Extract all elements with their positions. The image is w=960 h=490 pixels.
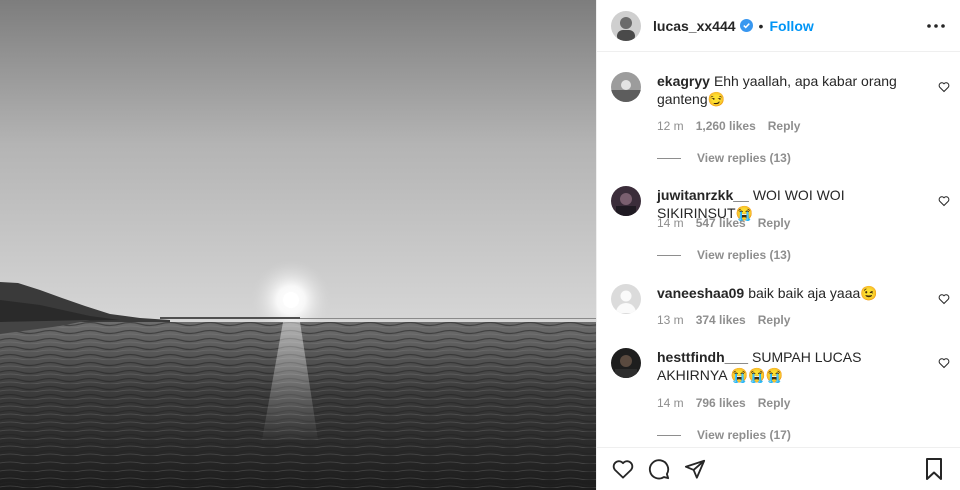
comment-likes[interactable]: 547 likes <box>696 216 746 230</box>
share-icon[interactable] <box>683 457 707 481</box>
post-header: lucas_xx444 • Follow <box>597 0 960 52</box>
comment-meta: 14 m 796 likes Reply <box>657 396 802 410</box>
sunset-sea-image <box>0 0 596 490</box>
comment-heart-icon[interactable] <box>938 194 950 207</box>
comment-heart-icon[interactable] <box>938 356 950 369</box>
comment-text: hesttfindh___ SUMPAH LUCAS AKHIRNYA 😭😭😭 <box>657 348 922 384</box>
heart-icon[interactable] <box>611 457 635 481</box>
post-side-panel: lucas_xx444 • Follow ekagryy Ehh yaallah,… <box>596 0 960 490</box>
replies-divider <box>657 254 681 256</box>
commenter-avatar[interactable] <box>611 284 641 314</box>
commenter-avatar[interactable] <box>611 348 641 378</box>
view-replies-label: View replies (17) <box>697 428 791 442</box>
comment-meta: 14 m 547 likes Reply <box>657 216 802 230</box>
reply-button[interactable]: Reply <box>758 216 791 230</box>
post-actions-bar <box>597 447 960 490</box>
comment-heart-icon[interactable] <box>938 80 950 93</box>
comment-body: baik baik aja yaaa😉 <box>748 285 878 301</box>
comment-time: 14 m <box>657 396 684 410</box>
comment-time: 13 m <box>657 313 684 327</box>
author-avatar[interactable] <box>611 10 641 41</box>
header-separator: • <box>758 17 764 34</box>
comment-username[interactable]: ekagryy <box>657 73 710 89</box>
view-replies-button[interactable]: View replies (13) <box>657 248 791 262</box>
comment-meta: 13 m 374 likes Reply <box>657 313 802 327</box>
reply-button[interactable]: Reply <box>758 313 791 327</box>
reply-button[interactable]: Reply <box>768 119 801 133</box>
comments-list[interactable]: ekagryy Ehh yaallah, apa kabar orang gant… <box>597 53 960 447</box>
comment-time: 14 m <box>657 216 684 230</box>
commenter-avatar[interactable] <box>611 186 641 216</box>
replies-divider <box>657 434 681 436</box>
commenter-avatar[interactable] <box>611 72 641 102</box>
comment-meta: 12 m 1,260 likes Reply <box>657 119 812 133</box>
view-replies-button[interactable]: View replies (13) <box>657 151 791 165</box>
view-replies-label: View replies (13) <box>697 248 791 262</box>
comment-likes[interactable]: 1,260 likes <box>696 119 756 133</box>
comment-text: vaneeshaa09 baik baik aja yaaa😉 <box>657 284 922 302</box>
comment-username[interactable]: vaneeshaa09 <box>657 285 744 301</box>
bookmark-icon[interactable] <box>922 457 946 481</box>
post-photo[interactable] <box>0 0 596 490</box>
comment-time: 12 m <box>657 119 684 133</box>
more-horizontal-icon[interactable] <box>926 16 946 36</box>
comment-likes[interactable]: 374 likes <box>696 313 746 327</box>
reply-button[interactable]: Reply <box>758 396 791 410</box>
comment-username[interactable]: juwitanrzkk__ <box>657 187 749 203</box>
comment-username[interactable]: hesttfindh___ <box>657 349 748 365</box>
verified-badge-icon <box>739 19 753 32</box>
post-viewer: lucas_xx444 • Follow ekagryy Ehh yaallah,… <box>0 0 960 490</box>
comment-heart-icon[interactable] <box>938 292 950 305</box>
replies-divider <box>657 157 681 159</box>
follow-button[interactable]: Follow <box>769 18 813 34</box>
view-replies-label: View replies (13) <box>697 151 791 165</box>
comment-text: ekagryy Ehh yaallah, apa kabar orang gant… <box>657 72 922 108</box>
author-username[interactable]: lucas_xx444 <box>653 18 736 34</box>
view-replies-button[interactable]: View replies (17) <box>657 428 791 442</box>
comment-likes[interactable]: 796 likes <box>696 396 746 410</box>
comment-icon[interactable] <box>647 457 671 481</box>
